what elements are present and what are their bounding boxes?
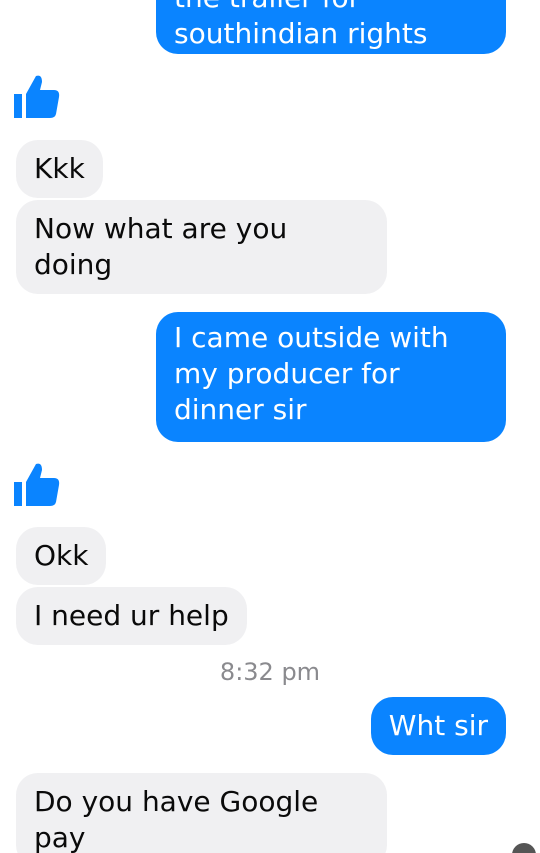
avatar[interactable] xyxy=(512,843,536,853)
incoming-message[interactable]: Kkk xyxy=(16,140,103,198)
outgoing-message[interactable]: the trailer for southindian rights xyxy=(156,0,506,54)
thumbs-up-icon xyxy=(14,75,60,118)
thumbs-up-icon xyxy=(14,463,60,506)
outgoing-message[interactable]: Wht sir xyxy=(370,697,506,755)
outgoing-message[interactable]: I came outside with my producer for dinn… xyxy=(156,312,506,442)
message-timestamp: 8:32 pm xyxy=(219,658,321,686)
incoming-message[interactable]: Do you have Google pay xyxy=(16,773,387,853)
incoming-message[interactable]: Okk xyxy=(16,527,107,585)
incoming-message[interactable]: Now what are you doing xyxy=(16,200,387,294)
incoming-message[interactable]: I need ur help xyxy=(16,587,247,645)
chat-thread: the trailer for southindian rights Kkk N… xyxy=(0,0,540,853)
